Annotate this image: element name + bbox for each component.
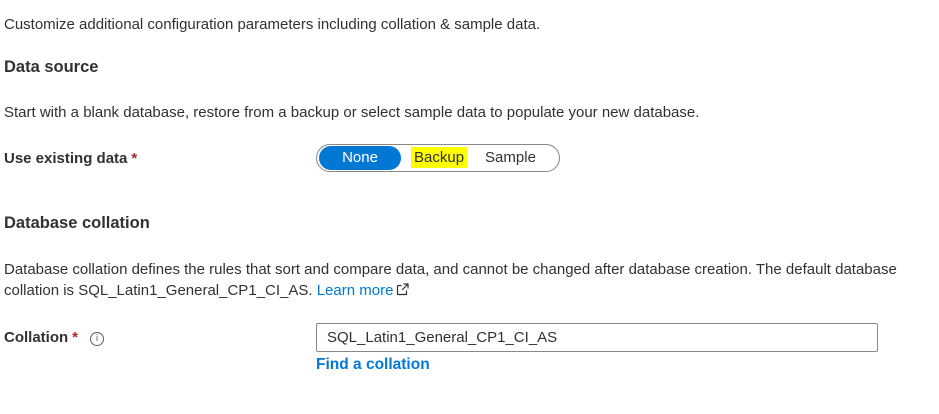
page-intro: Customize additional configuration param…	[4, 16, 541, 33]
info-icon[interactable]: i	[90, 332, 105, 346]
learn-more-link[interactable]: Learn more	[317, 282, 410, 299]
option-backup-label: Backup	[411, 147, 468, 168]
learn-more-label: Learn more	[316, 282, 394, 299]
required-asterisk: *	[131, 150, 138, 167]
collation-description-text: Database collation defines the rules tha…	[4, 261, 897, 299]
option-sample[interactable]: Sample	[485, 146, 536, 170]
collation-input[interactable]	[316, 323, 878, 352]
use-existing-data-label-text: Use existing data	[4, 150, 128, 167]
find-a-collation-link[interactable]: Find a collation	[316, 356, 430, 374]
database-collation-heading: Database collation	[4, 214, 150, 232]
option-none[interactable]: None	[319, 146, 401, 170]
use-existing-data-toggle: None Backup Sample	[316, 144, 560, 172]
external-link-icon	[397, 283, 410, 296]
data-source-heading: Data source	[4, 58, 99, 76]
collation-label: Collation * i	[4, 329, 105, 346]
option-backup[interactable]: Backup	[407, 146, 471, 170]
use-existing-data-label: Use existing data *	[4, 150, 137, 167]
required-asterisk: *	[72, 329, 79, 346]
collation-description: Database collation defines the rules tha…	[4, 259, 904, 301]
data-source-description: Start with a blank database, restore fro…	[4, 104, 700, 121]
collation-label-text: Collation	[4, 329, 69, 346]
